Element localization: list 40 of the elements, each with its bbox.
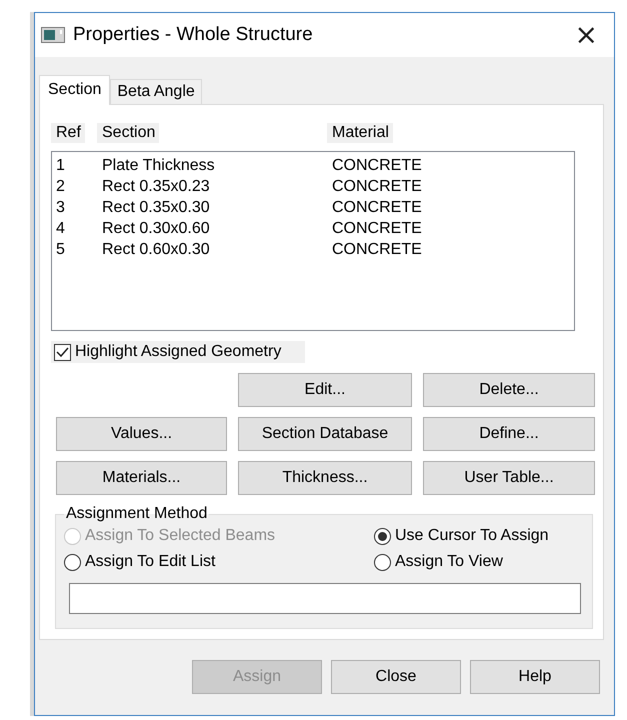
table-cell-text: Rect 0.35x0.30 [102, 198, 211, 218]
table-cell-text: 5 [56, 240, 66, 260]
action-button[interactable]: User Table... [423, 461, 595, 495]
table-cell-text: CONCRETE [332, 156, 423, 176]
column-header: Ref [51, 123, 85, 143]
tab[interactable]: Section [39, 75, 110, 105]
dialog-button[interactable]: Help [470, 660, 600, 694]
action-button[interactable]: Section Database [238, 417, 412, 451]
action-button[interactable]: Delete... [423, 373, 595, 407]
radio-option[interactable]: Assign To Edit List [64, 553, 374, 571]
window-title: Properties - Whole Structure [73, 24, 314, 46]
radio-option[interactable]: Assign To View [374, 553, 582, 571]
checkmark-icon [56, 346, 69, 358]
action-button[interactable]: Materials... [56, 461, 227, 495]
action-button[interactable]: Values... [56, 417, 227, 451]
table-cell-text: 1 [56, 156, 66, 176]
tab[interactable]: Beta Angle [110, 79, 202, 104]
window-icon [41, 27, 65, 43]
close-button[interactable]: × [568, 21, 604, 49]
highlight-checkbox[interactable]: Highlight Assigned Geometry [51, 341, 306, 363]
table-cell-text: Plate Thickness [102, 156, 216, 176]
table-cell-text: Rect 0.30x0.60 [102, 219, 211, 239]
table-cell-text: CONCRETE [332, 219, 423, 239]
column-header: Section [97, 123, 160, 143]
table-cell-text: 2 [56, 177, 66, 197]
action-button[interactable]: Edit... [238, 373, 412, 407]
radio-option[interactable]: Use Cursor To Assign [374, 527, 582, 545]
table-cell-text: CONCRETE [332, 177, 423, 197]
table-cell-text: Rect 0.60x0.30 [102, 240, 211, 260]
action-button[interactable]: Thickness... [238, 461, 412, 495]
action-button[interactable]: Define... [423, 417, 595, 451]
table-cell-text: 3 [56, 198, 66, 218]
column-header: Material [327, 123, 393, 143]
table-cell-text: CONCRETE [332, 198, 423, 218]
table-cell-text: 4 [56, 219, 66, 239]
table-cell-text: CONCRETE [332, 240, 423, 260]
group-title: Assignment Method [65, 505, 208, 523]
table-cell-text: Rect 0.35x0.23 [102, 177, 211, 197]
dialog-button[interactable]: Close [331, 660, 461, 694]
input-field[interactable] [69, 583, 581, 614]
